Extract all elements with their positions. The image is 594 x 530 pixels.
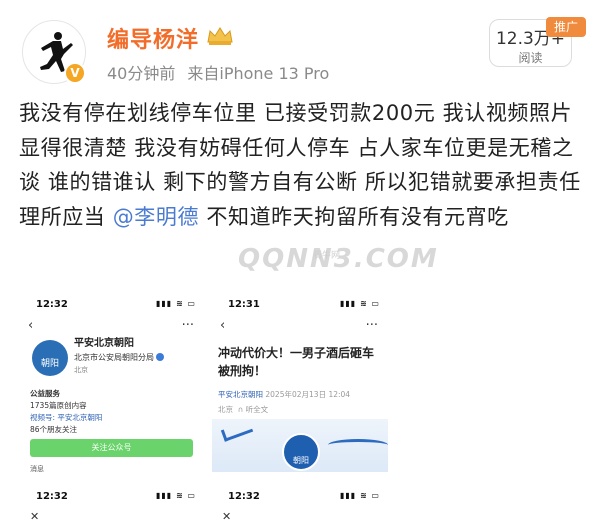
image-thumbnail-2[interactable]: 12:31 ▮▮▮ ≋ ▭ ‹ ··· 冲动代价大！一男子酒后砸车被刑拘！ 平安… bbox=[212, 292, 388, 472]
more-icon: ··· bbox=[365, 318, 378, 333]
status-icons: ▮▮▮ ≋ ▭ bbox=[155, 491, 196, 500]
status-icons: ▮▮▮ ≋ ▭ bbox=[155, 299, 196, 308]
status-icons: ▮▮▮ ≋ ▭ bbox=[339, 299, 380, 308]
account-channel: 视频号: 平安北京朝阳 bbox=[30, 413, 103, 422]
image-thumbnail-3[interactable]: 12:32 ▮▮▮ ≋ ▭ ✕ bbox=[20, 484, 204, 530]
ad-badge[interactable]: 推广 bbox=[546, 17, 586, 37]
status-time: 12:32 bbox=[228, 491, 260, 502]
account-friends: 86个朋友关注 bbox=[30, 425, 78, 434]
post-meta: 40分钟前 来自iPhone 13 Pro bbox=[107, 60, 329, 84]
account-org-text: 北京市公安局朝阳分局 bbox=[74, 353, 154, 362]
wave-graphic bbox=[328, 439, 388, 451]
account-articles: 1735篇原创内容 bbox=[30, 401, 87, 410]
post-text-tail: 不知道昨天拘留所有没有元宵吃 bbox=[199, 204, 509, 229]
status-bar: 12:32 ▮▮▮ ≋ ▭ bbox=[20, 292, 204, 314]
status-time: 12:32 bbox=[36, 491, 68, 502]
image-thumbnail-1[interactable]: 12:32 ▮▮▮ ≋ ▭ ‹ ··· 朝阳 平安北京朝阳 北京市公安局朝阳分局… bbox=[20, 292, 204, 472]
status-time: 12:31 bbox=[228, 299, 260, 310]
back-icon: ‹ bbox=[220, 318, 226, 333]
listen-label: 听全文 bbox=[245, 405, 269, 414]
post-source: 来自iPhone 13 Pro bbox=[187, 64, 330, 83]
account-org: 北京市公安局朝阳分局 bbox=[74, 352, 164, 363]
message-tab: 消息 bbox=[30, 465, 44, 472]
article-date: 2025年02月13日 12:04 bbox=[265, 390, 351, 399]
mention-link[interactable]: @李明德 bbox=[113, 205, 199, 229]
status-time: 12:32 bbox=[36, 299, 68, 310]
police-badge-icon: 朝阳 bbox=[282, 433, 320, 471]
watermark-sub: 腾牛网 bbox=[313, 251, 341, 261]
back-icon: ‹ bbox=[28, 318, 34, 333]
article-meta-2: 北京 ∩ 听全文 bbox=[218, 404, 268, 415]
post-time: 40分钟前 bbox=[107, 64, 176, 83]
follow-button: 关注公众号 bbox=[30, 439, 193, 457]
username[interactable]: 编导杨洋 bbox=[107, 22, 199, 54]
status-bar: 12:31 ▮▮▮ ≋ ▭ bbox=[212, 292, 388, 314]
verified-badge-icon: V bbox=[64, 62, 86, 84]
article-meta: 平安北京朝阳 2025年02月13日 12:04 bbox=[218, 389, 350, 400]
image-thumbnail-4[interactable]: 12:32 ▮▮▮ ≋ ▭ ✕ bbox=[212, 484, 388, 530]
status-icons: ▮▮▮ ≋ ▭ bbox=[339, 491, 380, 500]
account-name: 平安北京朝阳 bbox=[74, 338, 134, 349]
verified-icon bbox=[156, 353, 164, 361]
article-banner: 朝阳 bbox=[212, 419, 388, 472]
close-icon: ✕ bbox=[222, 510, 232, 523]
reads-label: 阅读 bbox=[518, 51, 543, 65]
status-bar: 12:32 ▮▮▮ ≋ ▭ bbox=[20, 484, 204, 506]
arrow-graphic bbox=[220, 420, 254, 442]
more-icon: ··· bbox=[181, 318, 194, 333]
account-avatar: 朝阳 bbox=[32, 340, 68, 376]
post-text: 我没有停在划线停车位里 已接受罚款200元 我认视频照片显得很清楚 我没有妨碍任… bbox=[19, 96, 585, 234]
article-location: 北京 bbox=[218, 405, 233, 414]
status-bar: 12:32 ▮▮▮ ≋ ▭ bbox=[212, 484, 388, 506]
close-icon: ✕ bbox=[30, 510, 40, 523]
account-category: 公益服务 bbox=[30, 389, 60, 398]
watermark: QQNN3.COM 腾牛网 bbox=[238, 244, 439, 274]
article-title: 冲动代价大！一男子酒后砸车被刑拘！ bbox=[218, 346, 375, 378]
headphones-icon: ∩ bbox=[237, 405, 244, 414]
account-location: 北京 bbox=[74, 366, 88, 374]
crown-badge-icon bbox=[207, 27, 233, 45]
article-account: 平安北京朝阳 bbox=[218, 390, 263, 399]
